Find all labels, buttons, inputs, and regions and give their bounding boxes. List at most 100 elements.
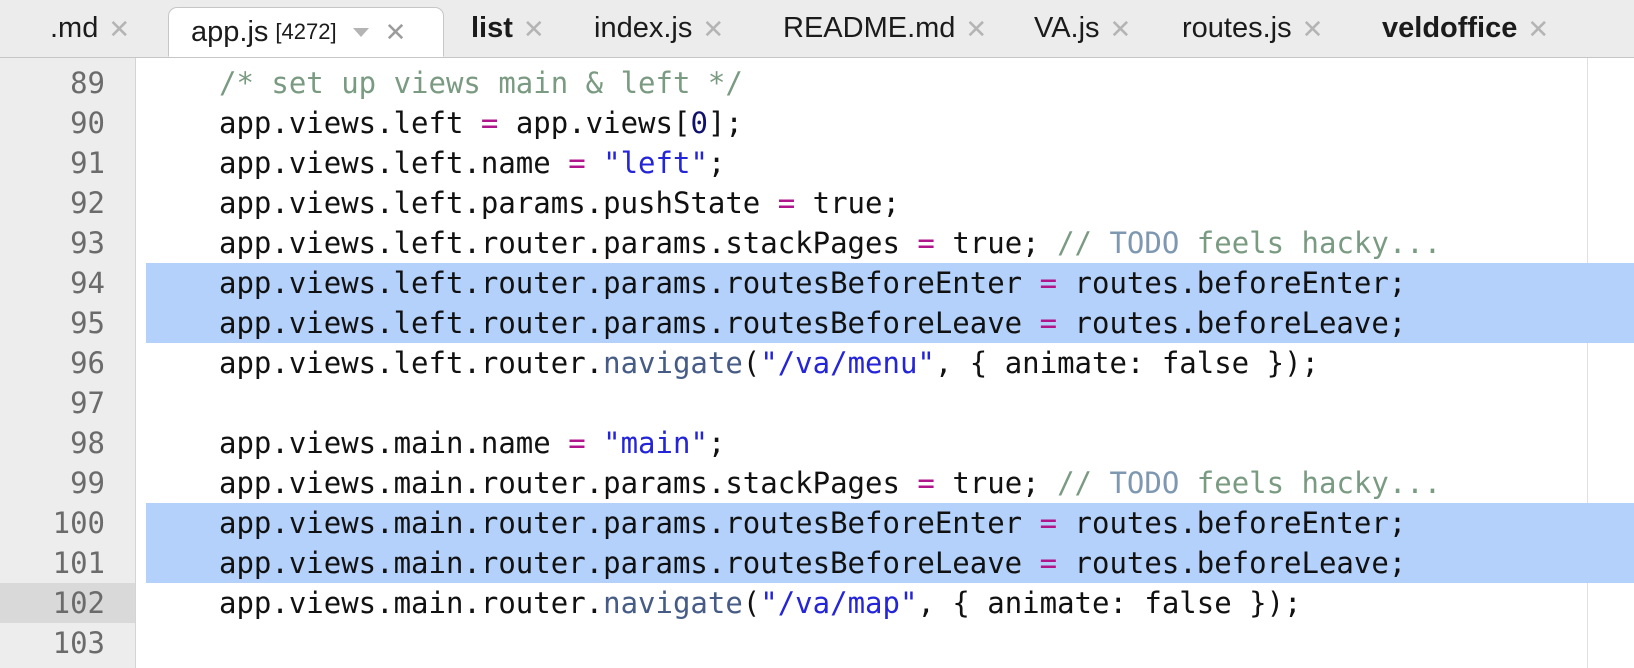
code-token-plain: app.views.left.router.params.stackPages [219,226,918,260]
line-number[interactable]: 103 [0,623,105,663]
code-token-comment: /* set up views main & left */ [219,66,743,100]
line-number[interactable]: 100 [0,503,105,543]
close-icon[interactable]: ✕ [1302,16,1324,42]
line-number[interactable]: 91 [0,143,105,183]
tab-readme-md[interactable]: README.md ✕ [783,0,987,57]
line-number[interactable]: 99 [0,463,105,503]
code-token-op: = [917,466,935,500]
code-token-number: 0 [690,106,708,140]
code-token-plain: app.views.left.router. [219,346,604,380]
code-token-op: = [1039,306,1058,340]
code-token-plain: , { animate: false }); [917,586,1302,620]
code-token-string: "main" [603,426,708,460]
code-token-plain: app.views.main.router.params.routesBefor… [219,506,1040,540]
code-token-plain: routes.beforeLeave; [1057,546,1407,580]
line-number[interactable]: 97 [0,383,105,423]
code-line[interactable]: /* set up views main & left */ [219,63,743,103]
code-token-op: = [777,186,796,220]
code-token-op: = [917,226,935,260]
code-editor[interactable]: 89 90 91 92 93 94 95 96 97 98 99 100 101 102 103 /* se… [0,58,1634,668]
code-line[interactable]: app.views.left.name = "left"; [219,143,725,183]
close-icon[interactable]: ✕ [523,16,545,42]
code-token-plain: true; [934,226,1058,260]
line-number[interactable]: 93 [0,223,105,263]
line-number[interactable]: 94 [0,263,105,303]
code-line[interactable]: app.views.main.router.params.routesBefor… [219,503,1406,543]
code-line[interactable]: app.views.left.params.pushState = true; [219,183,900,223]
tab-label: app.js [191,15,269,48]
code-token-comment: // [1057,466,1110,500]
code-token-op: = [568,426,586,460]
code-token-op: = [1039,546,1058,580]
close-icon[interactable]: ✕ [1110,16,1132,42]
tab-routes-js[interactable]: routes.js ✕ [1182,0,1323,57]
code-token-plain: app.views.left [219,106,481,140]
line-number[interactable]: 89 [0,63,105,103]
code-token-todo: TODO [1109,226,1180,260]
code-token-string: "/va/map" [760,586,918,620]
close-icon[interactable]: ✕ [108,16,130,42]
code-line[interactable]: app.views.left.router.navigate("/va/menu… [219,343,1319,383]
code-token-plain: ; [707,426,726,460]
code-token-plain: ( [742,346,761,380]
code-line[interactable]: app.views.left = app.views[0]; [219,103,743,143]
tab-va-js[interactable]: VA.js ✕ [1034,0,1131,57]
code-token-string: "/va/menu" [760,346,935,380]
line-number[interactable]: 96 [0,343,105,383]
code-line[interactable]: app.views.main.router.params.routesBefor… [219,543,1406,583]
tab-bar: .md ✕ app.js [4272] ✕ list ✕ index.js ✕ … [0,0,1634,58]
close-icon[interactable]: ✕ [702,16,724,42]
tab-veldoffice[interactable]: veldoffice ✕ [1382,0,1549,57]
code-token-plain: , { animate: false }); [934,346,1319,380]
tab-index-js[interactable]: index.js ✕ [594,0,724,57]
code-token-plain: app.views.left.router.params.routesBefor… [219,306,1040,340]
code-token-plain: routes.beforeLeave; [1057,306,1407,340]
close-icon[interactable]: ✕ [385,19,407,45]
tab-md[interactable]: .md ✕ [50,0,130,57]
tab-app-js[interactable]: app.js [4272] ✕ [168,7,444,57]
code-token-fn: navigate [603,586,743,620]
tab-label: list [471,12,513,44]
code-token-plain: true; [934,466,1058,500]
line-number[interactable]: 90 [0,103,105,143]
code-token-comment: feels hacky... [1179,226,1442,260]
tab-label: routes.js [1182,12,1292,44]
code-token-plain: true; [795,186,900,220]
close-icon[interactable]: ✕ [1527,16,1549,42]
code-token-plain: routes.beforeEnter; [1057,506,1407,540]
code-line[interactable]: app.views.left.router.params.stackPages … [219,223,1441,263]
code-line[interactable]: app.views.left.router.params.routesBefor… [219,263,1406,303]
code-line[interactable]: app.views.main.name = "main"; [219,423,725,463]
code-token-op: = [480,106,499,140]
code-token-plain: app.views.main.router.params.routesBefor… [219,546,1040,580]
code-token-op: = [568,146,586,180]
line-number[interactable]: 101 [0,543,105,583]
tab-label: README.md [783,12,956,44]
code-token-plain: app.views.left.router.params.routesBefor… [219,266,1040,300]
code-line[interactable]: app.views.main.router.navigate("/va/map"… [219,583,1302,623]
code-line[interactable]: app.views.main.router.params.stackPages … [219,463,1441,503]
line-number[interactable]: 92 [0,183,105,223]
code-token-comment: feels hacky... [1179,466,1442,500]
code-token-plain: ; [707,146,726,180]
close-icon[interactable]: ✕ [965,16,987,42]
tab-label: veldoffice [1382,12,1518,44]
code-token-plain: routes.beforeEnter; [1057,266,1407,300]
code-token-op: = [1039,506,1058,540]
line-number[interactable]: 95 [0,303,105,343]
code-token-plain: app.views.main.router. [219,586,604,620]
chevron-down-icon[interactable] [352,27,369,37]
line-number-gutter[interactable]: 89 90 91 92 93 94 95 96 97 98 99 100 101 102 103 [0,58,136,668]
code-token-string: "left" [603,146,708,180]
line-number[interactable]: 98 [0,423,105,463]
code-token-plain: app.views.main.name [219,426,569,460]
tab-label: VA.js [1034,12,1100,44]
line-number[interactable]: 102 [0,583,105,623]
tab-label: .md [50,12,99,44]
code-token-plain: app.views.main.router.params.stackPages [219,466,918,500]
tab-list[interactable]: list ✕ [471,0,545,57]
code-token-plain: ( [742,586,761,620]
code-line[interactable]: app.views.left.router.params.routesBefor… [219,303,1406,343]
